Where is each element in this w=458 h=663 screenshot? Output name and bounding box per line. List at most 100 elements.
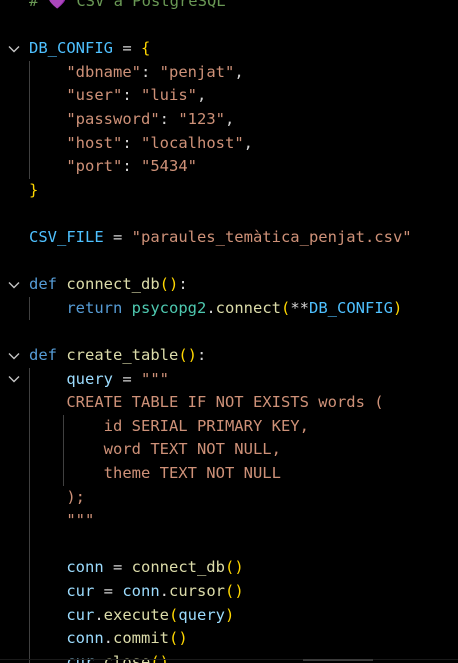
code-text: "user": "luis", xyxy=(29,84,206,108)
code-token: "port" xyxy=(66,157,123,176)
code-token: word TEXT NOT NULL, xyxy=(103,440,281,459)
code-text: def create_table(): xyxy=(29,344,206,368)
code-line[interactable]: "port": "5434" xyxy=(0,155,458,179)
code-token: close xyxy=(103,652,151,663)
code-line[interactable]: "password": "123", xyxy=(0,108,458,132)
code-line[interactable]: query = """ xyxy=(0,368,458,392)
code-line[interactable]: word TEXT NOT NULL, xyxy=(0,438,458,462)
code-text: theme TEXT NOT NULL xyxy=(29,462,281,486)
code-line[interactable]: """ xyxy=(0,509,458,533)
code-text: DB_CONFIG = { xyxy=(29,37,150,61)
code-token: cur xyxy=(66,652,95,663)
code-token: . xyxy=(103,629,113,648)
code-text: """ xyxy=(29,509,94,533)
horizontal-scrollbar-track[interactable] xyxy=(0,659,458,660)
code-text: cur.execute(query) xyxy=(29,604,234,628)
code-token: create_table xyxy=(66,346,179,364)
code-text: id SERIAL PRIMARY KEY, xyxy=(29,415,309,439)
code-line[interactable]: conn = connect_db() xyxy=(0,556,458,580)
code-token: = xyxy=(113,39,141,58)
indent-guide xyxy=(29,296,30,321)
code-editor[interactable]: # 💜 CSV a PostgreSQL DB_CONFIG = { "dbnam… xyxy=(0,0,458,663)
code-token: , xyxy=(197,86,207,105)
horizontal-scrollbar-thumb[interactable] xyxy=(303,659,373,661)
code-line[interactable]: cur = conn.cursor() xyxy=(0,580,458,604)
code-line[interactable]: def connect_db(): xyxy=(0,273,458,297)
code-line[interactable]: "host": "localhost", xyxy=(0,132,458,156)
code-line[interactable]: ); xyxy=(0,486,458,510)
code-text: CREATE TABLE IF NOT EXISTS words ( xyxy=(29,391,384,415)
code-token: cursor xyxy=(169,582,225,600)
chevron-down-icon[interactable] xyxy=(7,37,21,61)
code-line[interactable] xyxy=(0,533,458,557)
code-line[interactable]: cur.close() xyxy=(0,651,458,663)
code-line[interactable]: conn.commit() xyxy=(0,627,458,651)
code-line[interactable]: theme TEXT NOT NULL xyxy=(0,462,458,486)
code-text: cur.close() xyxy=(29,651,169,663)
code-token: cur xyxy=(66,605,95,624)
code-line[interactable] xyxy=(0,320,458,344)
code-token: cur xyxy=(66,582,95,600)
chevron-down-icon[interactable] xyxy=(7,368,21,392)
code-token: , xyxy=(243,133,253,152)
code-token: () xyxy=(178,346,197,364)
code-token: = xyxy=(94,582,123,600)
code-text: } xyxy=(29,179,38,203)
code-line[interactable]: id SERIAL PRIMARY KEY, xyxy=(0,415,458,439)
code-token: psycopg2 xyxy=(131,298,207,317)
code-line[interactable]: "user": "luis", xyxy=(0,84,458,108)
code-text: query = """ xyxy=(29,368,169,392)
code-line[interactable] xyxy=(0,14,458,38)
code-token: execute xyxy=(103,605,169,624)
code-token: query xyxy=(178,605,226,624)
code-line[interactable]: CREATE TABLE IF NOT EXISTS words ( xyxy=(0,391,458,415)
code-token: () xyxy=(169,629,188,648)
code-line[interactable]: DB_CONFIG = { xyxy=(0,37,458,61)
code-token: () xyxy=(225,582,244,600)
code-token: theme TEXT NOT NULL xyxy=(103,464,281,482)
code-token: CSV_FILE xyxy=(29,228,104,246)
code-token: CREATE TABLE IF NOT EXISTS words ( xyxy=(66,393,384,412)
code-token: conn xyxy=(66,629,104,648)
code-token: , xyxy=(225,110,235,128)
code-line[interactable] xyxy=(0,250,458,274)
chevron-down-icon[interactable] xyxy=(7,344,21,368)
code-token: DB_CONFIG xyxy=(309,298,394,317)
code-token: def xyxy=(29,275,57,294)
code-token: ( xyxy=(169,605,179,624)
code-line[interactable]: "dbname": "penjat", xyxy=(0,61,458,85)
code-token: () xyxy=(150,652,170,663)
code-line[interactable]: } xyxy=(0,179,458,203)
code-line[interactable]: # 💜 CSV a PostgreSQL xyxy=(0,0,458,14)
code-token: id SERIAL PRIMARY KEY, xyxy=(103,416,309,435)
code-token: () xyxy=(224,558,244,577)
code-line[interactable]: def create_table(): xyxy=(0,344,458,368)
code-token: , xyxy=(234,62,244,81)
code-line[interactable]: cur.execute(query) xyxy=(0,604,458,628)
code-token: { xyxy=(141,39,151,58)
code-token: : xyxy=(140,62,160,81)
code-token: DB_CONFIG xyxy=(29,39,113,58)
code-token: : xyxy=(197,346,207,364)
chevron-down-icon[interactable] xyxy=(7,273,21,297)
code-token: "luis" xyxy=(141,86,197,105)
code-token: "localhost" xyxy=(141,133,244,152)
code-text: "password": "123", xyxy=(29,108,234,132)
code-line[interactable]: CSV_FILE = "paraules_temàtica_penjat.csv… xyxy=(0,226,458,250)
code-line[interactable]: return psycopg2.connect(**DB_CONFIG) xyxy=(0,297,458,321)
code-line[interactable] xyxy=(0,202,458,226)
